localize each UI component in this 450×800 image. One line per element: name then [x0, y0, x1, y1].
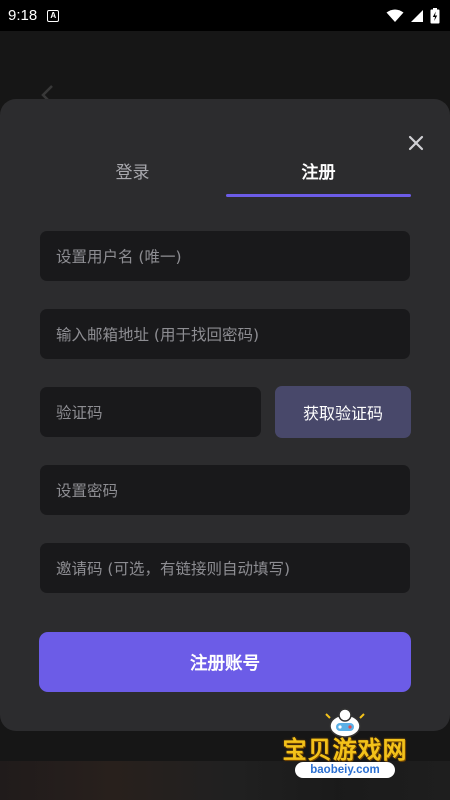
watermark-url: baobeiy.com: [295, 762, 395, 778]
status-bar: 9:18 A: [0, 0, 450, 31]
password-field[interactable]: 设置密码: [40, 465, 410, 515]
wifi-icon: [386, 9, 404, 22]
username-field[interactable]: 设置用户名 (唯一): [40, 231, 410, 281]
status-time: 9:18: [8, 7, 38, 24]
tab-register[interactable]: 注册: [226, 145, 411, 195]
watermark-title: 宝贝游戏网: [282, 736, 408, 764]
status-icons: [386, 7, 440, 24]
notification-a-icon: A: [47, 9, 60, 22]
verification-code-field[interactable]: 验证码: [40, 387, 261, 437]
invite-code-field[interactable]: 邀请码 (可选，有链接则自动填写): [40, 543, 410, 593]
watermark: 宝贝游戏网 baobeiy.com: [270, 700, 420, 782]
get-code-button[interactable]: 获取验证码: [275, 386, 411, 438]
register-submit-button[interactable]: 注册账号: [39, 632, 411, 692]
signal-icon: [411, 9, 423, 22]
battery-charging-icon: [430, 7, 440, 23]
tab-login[interactable]: 登录: [40, 145, 225, 195]
active-tab-indicator: [226, 194, 411, 197]
email-field[interactable]: 输入邮箱地址 (用于找回密码): [40, 309, 410, 359]
auth-tabs: 登录 注册: [40, 145, 411, 197]
